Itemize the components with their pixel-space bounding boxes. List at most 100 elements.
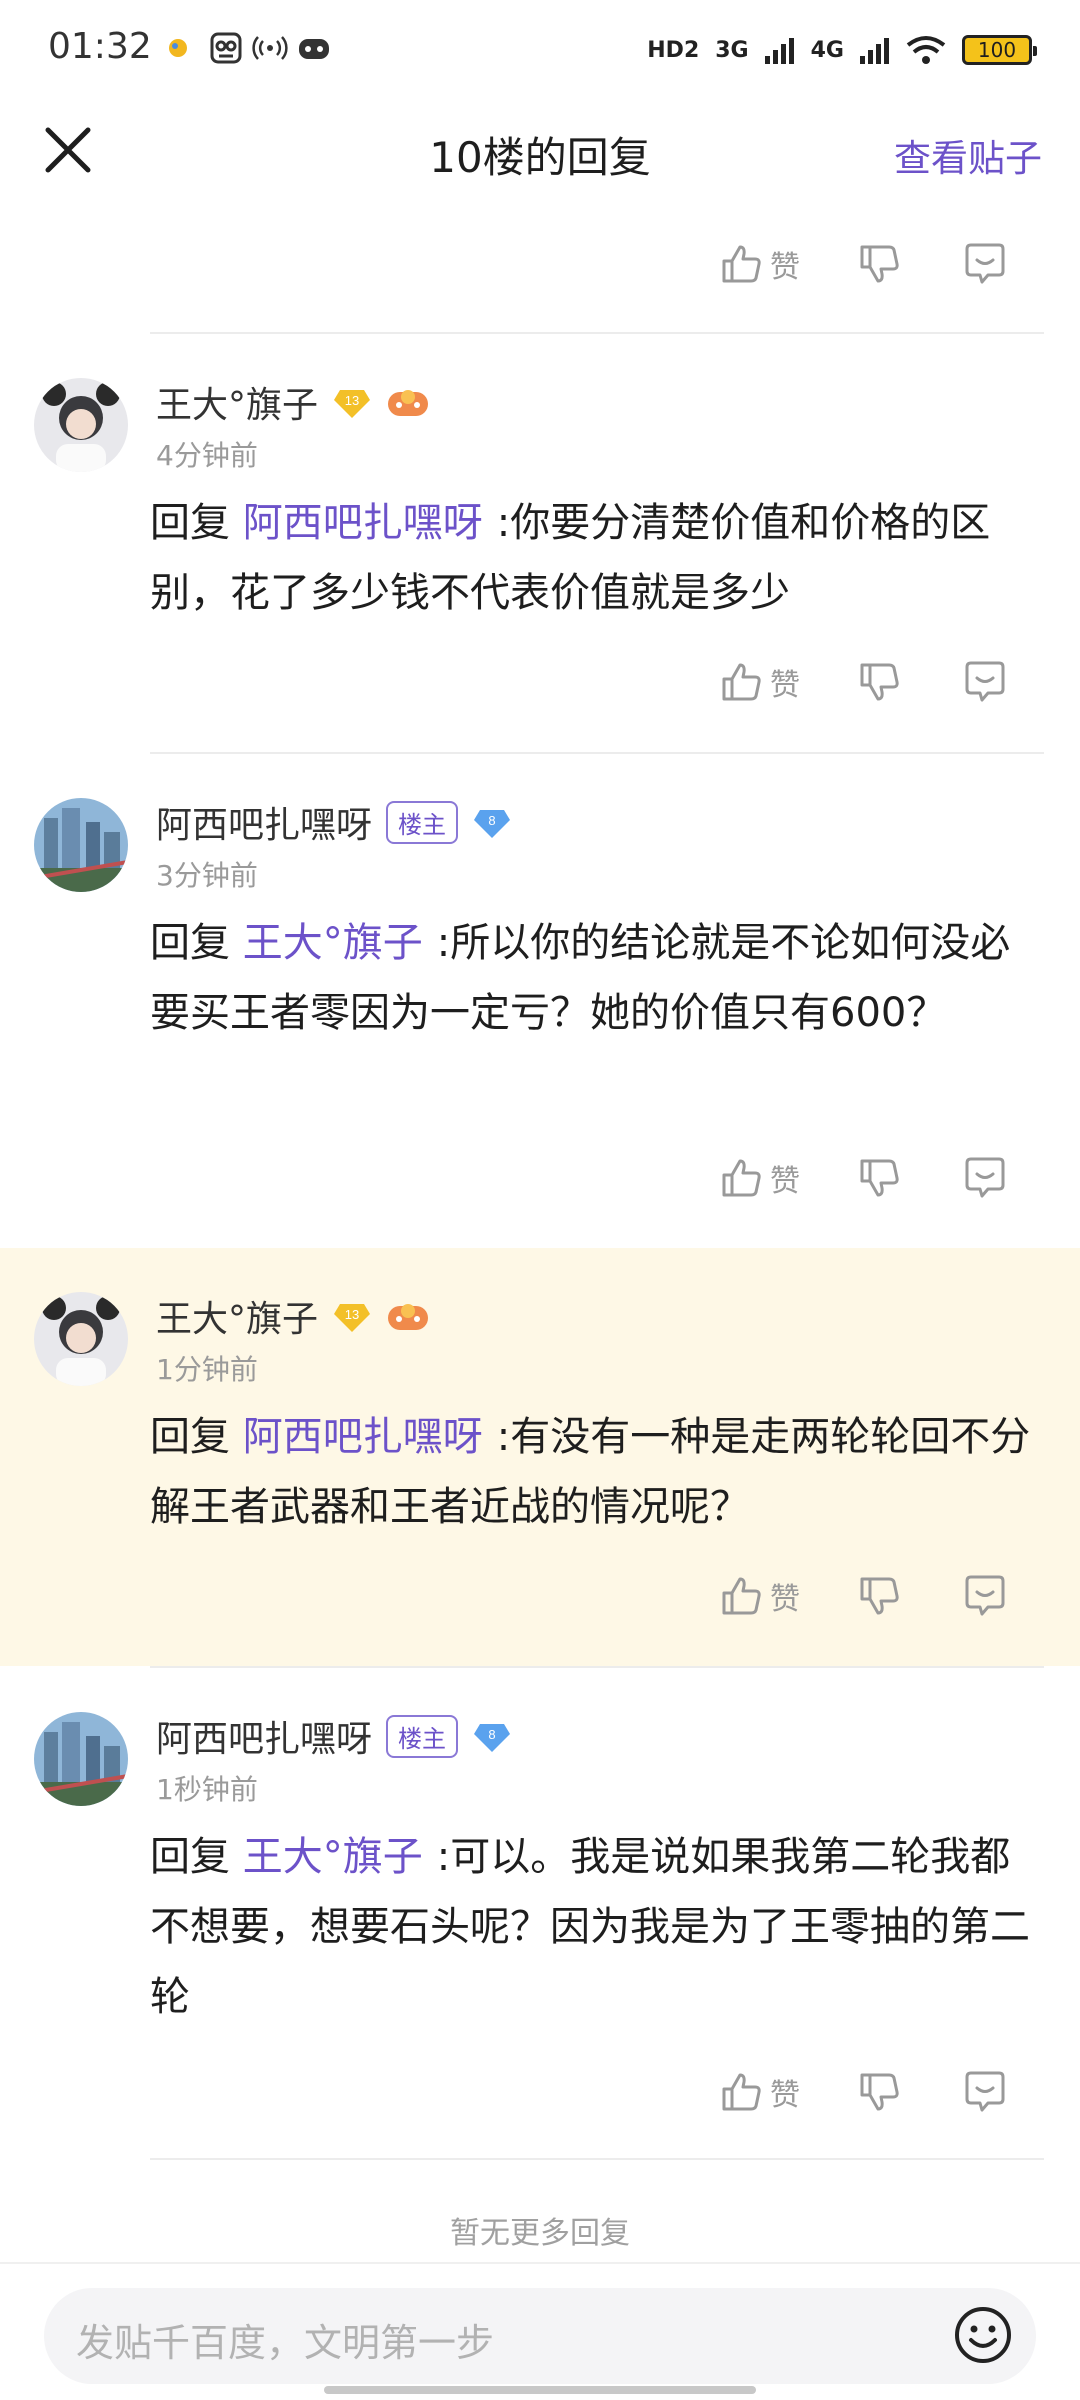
reply-input-placeholder: 发贴千百度，文明第一步 xyxy=(76,2321,495,2365)
avatar[interactable] xyxy=(34,1292,128,1386)
user-row: 王大°旗子 13 xyxy=(156,1290,430,1342)
emoji-icon[interactable] xyxy=(952,2304,1014,2366)
user-row: 阿西吧扎嘿呀 楼主 8 xyxy=(156,796,512,848)
user-row: 王大°旗子 13 xyxy=(156,376,430,428)
reply-prefix: 回复 xyxy=(150,920,230,966)
comment-text: 回复 王大°旗子:所以你的结论就是不论如何没必要买王者零因为一定亏？她的价值只有… xyxy=(150,908,1036,1048)
avatar-image xyxy=(34,378,128,472)
game-icon xyxy=(299,39,329,59)
avatar[interactable] xyxy=(34,1712,128,1806)
level-badge-text: 13 xyxy=(345,393,359,408)
dislike-button[interactable] xyxy=(856,652,902,712)
level-badge-icon: 13 xyxy=(334,1304,371,1332)
level-badge-text: 8 xyxy=(488,1727,495,1742)
dislike-button[interactable] xyxy=(856,1148,902,1208)
signal-icon xyxy=(764,38,794,64)
username[interactable]: 阿西吧扎嘿呀 xyxy=(156,796,372,848)
comment-icon xyxy=(965,1157,1005,1198)
comment-icon xyxy=(965,243,1005,284)
comment-item: 王大°旗子 13 1分钟前 回复 阿西吧扎嘿呀:有没有一种是走两轮轮回不分解王者… xyxy=(0,1248,1080,1666)
comment-item: 王大°旗子 13 4分钟前 回复 阿西吧扎嘿呀:你要分清楚价值和价格的区别，花了… xyxy=(0,334,1080,752)
post-time: 1秒钟前 xyxy=(156,1773,258,1806)
like-label: 赞 xyxy=(770,250,800,285)
reply-button[interactable] xyxy=(962,1148,1008,1208)
action-row: 赞 xyxy=(718,1566,1038,1626)
notification-icon xyxy=(169,39,187,57)
thumbs-up-icon xyxy=(722,245,761,283)
action-row: 赞 xyxy=(718,234,1038,294)
level-badge-icon: 8 xyxy=(474,810,511,838)
level-badge-text: 8 xyxy=(488,813,495,828)
reply-prefix: 回复 xyxy=(150,1414,230,1460)
status-time: 01:32 xyxy=(48,26,152,67)
avatar-image xyxy=(34,1712,128,1806)
thumbs-up-icon xyxy=(722,663,761,701)
username[interactable]: 王大°旗子 xyxy=(156,376,318,428)
game-badge-icon xyxy=(388,390,429,416)
hotspot-icon xyxy=(252,36,288,60)
comment-icon xyxy=(965,2071,1005,2112)
thumbs-down-icon xyxy=(860,1159,899,1197)
comment-item: 阿西吧扎嘿呀 楼主 8 1秒钟前 回复 王大°旗子:可以。我是说如果我第二轮我都… xyxy=(0,1668,1080,2158)
avatar[interactable] xyxy=(34,798,128,892)
username[interactable]: 阿西吧扎嘿呀 xyxy=(156,1710,372,1762)
mention-link[interactable]: 王大°旗子 xyxy=(243,1834,423,1880)
reply-button[interactable] xyxy=(962,652,1008,712)
dislike-button[interactable] xyxy=(856,1566,902,1626)
reply-bar: 发贴千百度，文明第一步 xyxy=(0,2262,1080,2400)
dislike-button[interactable] xyxy=(856,2062,902,2122)
thumbs-down-icon xyxy=(860,245,899,283)
reply-button[interactable] xyxy=(962,2062,1008,2122)
thumbs-down-icon xyxy=(860,1577,899,1615)
status-bar: 01:32 HD2 3G 4G 100 xyxy=(0,0,1080,100)
reply-button[interactable] xyxy=(962,234,1008,294)
dislike-button[interactable] xyxy=(856,234,902,294)
nav-header: 10楼的回复 查看贴子 xyxy=(0,100,1080,200)
comment-text: 回复 王大°旗子:可以。我是说如果我第二轮我都不想要，想要石头呢？因为我是为了王… xyxy=(150,1822,1036,2032)
reply-button[interactable] xyxy=(962,1566,1008,1626)
like-button[interactable]: 赞 xyxy=(718,2062,800,2122)
mention-link[interactable]: 王大°旗子 xyxy=(243,920,423,966)
battery-level: 100 xyxy=(977,38,1017,62)
avatar-image xyxy=(34,798,128,892)
post-time: 1分钟前 xyxy=(156,1353,258,1386)
post-time: 4分钟前 xyxy=(156,439,258,472)
reply-prefix: 回复 xyxy=(150,1834,230,1880)
mention-link[interactable]: 阿西吧扎嘿呀 xyxy=(243,500,483,546)
like-label: 赞 xyxy=(770,1164,800,1199)
owner-tag: 楼主 xyxy=(386,1714,459,1758)
thumbs-up-icon xyxy=(722,1159,761,1197)
owner-tag: 楼主 xyxy=(386,800,459,844)
level-badge-text: 13 xyxy=(345,1307,359,1322)
hd-indicator: HD2 xyxy=(647,37,700,63)
thumbs-up-icon xyxy=(722,2073,761,2111)
user-row: 阿西吧扎嘿呀 楼主 8 xyxy=(156,1710,512,1762)
action-row: 赞 xyxy=(718,652,1038,712)
avatar-image xyxy=(34,1292,128,1386)
username[interactable]: 王大°旗子 xyxy=(156,1290,318,1342)
comment-item: 阿西吧扎嘿呀 楼主 8 3分钟前 回复 王大°旗子:所以你的结论就是不论如何没必… xyxy=(0,754,1080,1248)
view-post-link[interactable]: 查看贴子 xyxy=(894,128,1042,182)
reply-prefix: 回复 xyxy=(150,500,230,546)
reply-input[interactable]: 发贴千百度，文明第一步 xyxy=(44,2288,1036,2384)
app-notify-icon xyxy=(210,32,242,64)
no-more-replies: 暂无更多回复 xyxy=(450,2216,630,2251)
comment-text: 回复 阿西吧扎嘿呀:有没有一种是走两轮轮回不分解王者武器和王者近战的情况呢？ xyxy=(150,1402,1036,1542)
home-indicator xyxy=(324,2386,756,2394)
like-button[interactable]: 赞 xyxy=(718,1148,800,1208)
comment-icon xyxy=(965,661,1005,702)
like-label: 赞 xyxy=(770,1582,800,1617)
thumbs-down-icon xyxy=(860,2073,899,2111)
network-4g: 4G xyxy=(810,37,844,63)
level-badge-icon: 8 xyxy=(474,1724,511,1752)
like-button[interactable]: 赞 xyxy=(718,652,800,712)
like-label: 赞 xyxy=(770,668,800,703)
avatar[interactable] xyxy=(34,378,128,472)
game-badge-icon xyxy=(388,1304,429,1330)
network-3g: 3G xyxy=(715,37,749,63)
divider xyxy=(150,2158,1044,2160)
like-button[interactable]: 赞 xyxy=(718,1566,800,1626)
comment-icon xyxy=(965,1575,1005,1616)
mention-link[interactable]: 阿西吧扎嘿呀 xyxy=(243,1414,483,1460)
like-button[interactable]: 赞 xyxy=(718,234,800,294)
